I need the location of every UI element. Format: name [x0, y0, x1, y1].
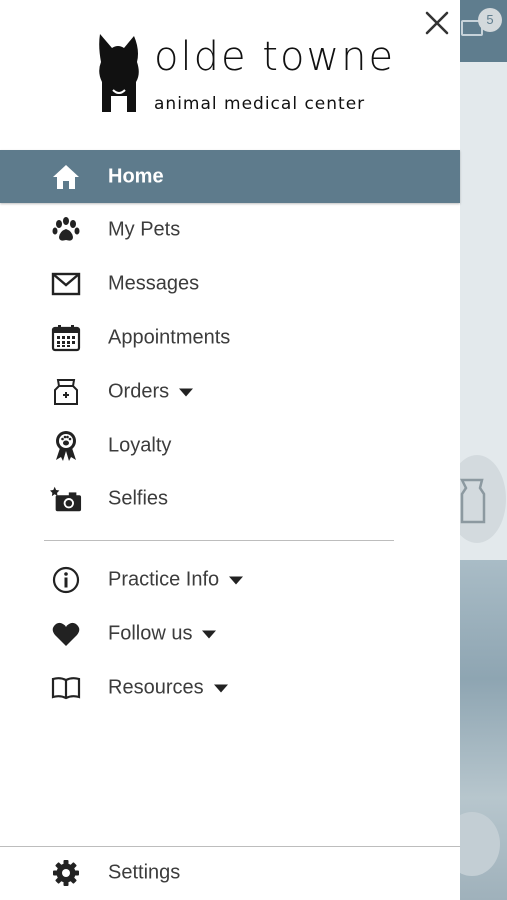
book-icon — [50, 672, 82, 704]
menu-item-my-pets[interactable]: My Pets — [0, 204, 460, 256]
menu-item-label: Appointments — [108, 326, 231, 349]
chevron-down-icon — [179, 388, 194, 396]
menu-item-label: Orders — [108, 380, 194, 404]
food-bag-icon — [50, 376, 82, 408]
paw-icon — [50, 214, 82, 246]
practice-info-label: Practice Info — [108, 568, 220, 591]
close-button[interactable] — [420, 6, 454, 40]
info-icon — [50, 564, 82, 596]
menu-item-label: Home — [108, 165, 164, 187]
menu-item-label: Loyalty — [108, 434, 172, 457]
menu-item-label: Follow us — [108, 622, 217, 646]
chevron-down-icon — [229, 576, 244, 584]
menu-divider — [44, 540, 394, 541]
background-app: 5 — [460, 0, 507, 900]
menu-item-label: Resources — [108, 677, 228, 700]
background-header: 5 — [460, 0, 507, 62]
calendar-icon — [50, 322, 82, 354]
menu-item-settings[interactable]: Settings — [0, 847, 460, 899]
close-icon — [425, 11, 449, 35]
gear-icon — [50, 857, 82, 889]
logo-subtitle: animal medical center — [154, 94, 366, 114]
award-ribbon-icon — [50, 430, 82, 462]
resources-label: Resources — [108, 676, 204, 699]
practice-logo: olde towne animal medical center — [96, 32, 393, 120]
chevron-down-icon — [202, 630, 217, 638]
heart-icon — [50, 618, 82, 650]
menu-item-loyalty[interactable]: Loyalty — [0, 420, 460, 472]
follow-us-label: Follow us — [108, 622, 193, 645]
menu-item-label: My Pets — [108, 218, 181, 241]
navigation-drawer: olde towne animal medical center Home My… — [0, 0, 460, 900]
home-icon — [50, 161, 82, 193]
menu-item-label: Settings — [108, 861, 181, 884]
unread-badge: 5 — [478, 8, 502, 32]
menu-item-resources[interactable]: Resources — [0, 662, 460, 714]
menu-item-appointments[interactable]: Appointments — [0, 312, 460, 364]
food-bag-icon — [460, 478, 486, 524]
menu-item-messages[interactable]: Messages — [0, 258, 460, 310]
camera-star-icon — [50, 483, 82, 515]
menu-item-orders[interactable]: Orders — [0, 366, 460, 418]
menu-item-selfies[interactable]: Selfies — [0, 473, 460, 525]
menu-item-label: Practice Info — [108, 568, 244, 592]
menu-item-home[interactable]: Home — [0, 150, 460, 203]
logo-title: olde towne — [154, 34, 396, 80]
menu-item-label: Messages — [108, 272, 200, 295]
envelope-icon — [50, 268, 82, 300]
menu-item-practice-info[interactable]: Practice Info — [0, 554, 460, 606]
chevron-down-icon — [213, 684, 228, 692]
menu-item-follow-us[interactable]: Follow us — [0, 608, 460, 660]
orders-label: Orders — [108, 380, 170, 403]
menu-item-label: Selfies — [108, 487, 169, 510]
cat-logo-icon — [99, 34, 139, 112]
